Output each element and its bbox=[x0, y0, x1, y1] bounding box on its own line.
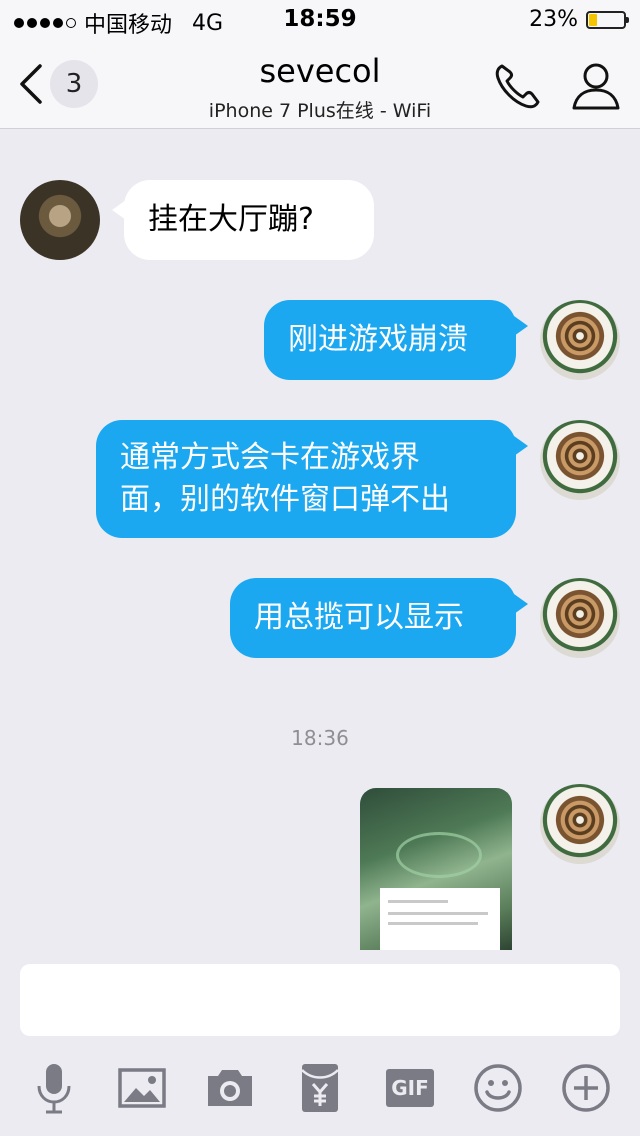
screenshot-dialog-preview bbox=[380, 888, 500, 950]
microphone-icon bbox=[37, 1064, 71, 1114]
battery-percent: 23% bbox=[529, 7, 578, 32]
message-timestamp: 18:36 bbox=[291, 726, 349, 750]
gif-icon: GIF bbox=[386, 1069, 434, 1107]
battery-icon bbox=[586, 10, 629, 29]
my-avatar[interactable] bbox=[540, 420, 620, 500]
my-avatar[interactable] bbox=[540, 578, 620, 658]
plus-icon bbox=[562, 1064, 610, 1112]
status-bar: 中国移动 4G 18:59 23% bbox=[0, 0, 640, 40]
message-text-line: 通常方式会卡在游戏界 bbox=[120, 440, 420, 475]
red-packet-icon bbox=[301, 1064, 339, 1112]
bubble-tail bbox=[514, 594, 528, 614]
my-avatar[interactable] bbox=[540, 300, 620, 380]
image-icon bbox=[118, 1068, 166, 1108]
message-text: 刚进游戏崩溃 bbox=[288, 322, 468, 357]
status-right: 23% bbox=[529, 7, 629, 32]
camera-icon bbox=[208, 1070, 252, 1106]
emoji-button[interactable] bbox=[470, 1060, 526, 1116]
message-bubble-outgoing[interactable]: 刚进游戏崩溃 bbox=[264, 300, 516, 380]
battery-level-fill bbox=[589, 13, 597, 26]
call-button[interactable] bbox=[492, 60, 544, 112]
camera-button[interactable] bbox=[202, 1060, 258, 1116]
bubble-tail bbox=[514, 316, 528, 336]
my-avatar[interactable] bbox=[540, 784, 620, 864]
gif-button[interactable]: GIF bbox=[382, 1060, 438, 1116]
game-screenshot-image bbox=[396, 832, 482, 878]
user-icon bbox=[572, 63, 620, 110]
contact-avatar[interactable] bbox=[20, 180, 100, 260]
composer-toolbar: GIF bbox=[0, 1060, 640, 1116]
contact-name: sevecol bbox=[259, 52, 381, 90]
emoji-icon bbox=[474, 1064, 522, 1112]
message-bubble-outgoing[interactable]: 通常方式会卡在游戏界 面，别的软件窗口弹不出 bbox=[96, 420, 516, 538]
contact-profile-button[interactable] bbox=[570, 60, 622, 112]
chat-header: 3 sevecol iPhone 7 Plus在线 - WiFi bbox=[0, 40, 640, 129]
more-button[interactable] bbox=[558, 1060, 614, 1116]
message-text: 挂在大厅蹦? bbox=[148, 202, 314, 237]
message-text-line: 面，别的软件窗口弹不出 bbox=[120, 482, 450, 517]
image-message[interactable] bbox=[360, 788, 512, 950]
message-bubble-incoming[interactable]: 挂在大厅蹦? bbox=[124, 180, 374, 260]
photo-button[interactable] bbox=[114, 1060, 170, 1116]
contact-status: iPhone 7 Plus在线 - WiFi bbox=[208, 100, 432, 122]
message-text: 用总揽可以显示 bbox=[254, 600, 464, 635]
message-input[interactable] bbox=[20, 964, 620, 1036]
bubble-tail bbox=[514, 436, 528, 456]
red-packet-button[interactable] bbox=[292, 1060, 348, 1116]
message-bubble-outgoing[interactable]: 用总揽可以显示 bbox=[230, 578, 516, 658]
voice-button[interactable] bbox=[26, 1060, 82, 1116]
phone-icon bbox=[495, 64, 540, 109]
